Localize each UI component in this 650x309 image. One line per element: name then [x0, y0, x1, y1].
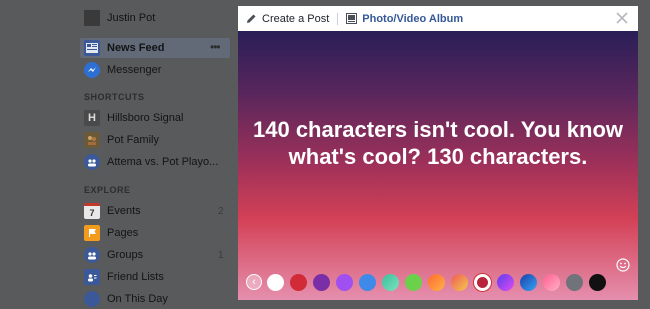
pot-family-icon: [84, 132, 100, 148]
sidebar-item-label: Hillsboro Signal: [107, 112, 184, 124]
album-icon: [346, 13, 358, 24]
sidebar-item-label: Messenger: [107, 64, 162, 76]
sidebar-item-attema-vs-pot[interactable]: Attema vs. Pot Playo...: [84, 152, 218, 172]
color-swatch[interactable]: [336, 273, 353, 291]
color-swatch[interactable]: [405, 273, 422, 291]
left-sidebar: Justin Pot News Feed ••• Messenger SHORT…: [0, 0, 238, 307]
profile-item[interactable]: Justin Pot: [84, 8, 155, 28]
sidebar-item-pot-family[interactable]: Pot Family: [84, 130, 159, 150]
profile-name: Justin Pot: [107, 12, 156, 24]
pencil-icon: [246, 13, 257, 24]
friend-lists-icon: [84, 269, 100, 285]
sidebar-item-on-this-day[interactable]: On This Day: [84, 289, 168, 309]
color-swatch-selected[interactable]: [474, 273, 491, 291]
sidebar-item-hillsboro-signal[interactable]: H Hillsboro Signal: [84, 108, 183, 128]
shortcuts-header: SHORTCUTS: [84, 92, 145, 102]
avatar: [84, 10, 100, 26]
color-swatch[interactable]: [497, 273, 514, 291]
color-swatch[interactable]: [520, 273, 537, 291]
emoji-icon[interactable]: [616, 258, 630, 272]
color-swatch[interactable]: [589, 273, 606, 291]
explore-header: EXPLORE: [84, 185, 131, 195]
sidebar-item-label: News Feed: [107, 42, 165, 54]
color-swatch[interactable]: [313, 273, 330, 291]
sidebar-item-groups[interactable]: Groups 1: [84, 245, 224, 265]
sidebar-item-label: Groups: [107, 249, 144, 261]
background-color-picker: ‹: [246, 273, 612, 291]
color-swatch[interactable]: [267, 273, 284, 291]
create-post-dialog: Create a Post Photo/Video Album 140 char…: [238, 6, 638, 300]
sidebar-item-pages[interactable]: Pages: [84, 223, 138, 243]
sidebar-item-friend-lists[interactable]: Friend Lists: [84, 267, 164, 287]
groups-count: 1: [218, 249, 224, 261]
back-arrow-icon[interactable]: ‹: [246, 274, 262, 290]
hillsboro-signal-icon: H: [84, 110, 100, 126]
more-options-icon[interactable]: •••: [210, 40, 221, 54]
calendar-day: 7: [89, 207, 95, 218]
group-icon: [84, 154, 100, 170]
color-swatch[interactable]: [451, 273, 468, 291]
news-feed-icon: [84, 40, 100, 56]
tab-create-post[interactable]: Create a Post: [238, 6, 337, 31]
colored-post-background[interactable]: 140 characters isn't cool. You know what…: [238, 31, 638, 300]
sidebar-item-label: On This Day: [107, 293, 168, 305]
color-swatch[interactable]: [290, 273, 307, 291]
color-swatch[interactable]: [359, 273, 376, 291]
calendar-icon: 7: [84, 203, 100, 219]
post-text[interactable]: 140 characters isn't cool. You know what…: [252, 116, 624, 170]
sidebar-item-label: Friend Lists: [107, 271, 164, 283]
tab-album-label: Photo/Video Album: [362, 12, 464, 25]
dialog-header: Create a Post Photo/Video Album: [238, 6, 638, 32]
sidebar-item-events[interactable]: 7 Events 2: [84, 201, 224, 221]
color-swatch[interactable]: [543, 273, 560, 291]
sidebar-item-label: Pot Family: [107, 134, 159, 146]
color-swatch[interactable]: [428, 273, 445, 291]
tab-photo-video-album[interactable]: Photo/Video Album: [338, 6, 471, 31]
events-count: 2: [218, 205, 224, 217]
close-icon[interactable]: [614, 10, 630, 26]
sidebar-item-messenger[interactable]: Messenger: [84, 60, 161, 80]
messenger-icon: [84, 62, 100, 78]
on-this-day-icon: [84, 291, 100, 307]
sidebar-item-label: Attema vs. Pot Playo...: [107, 156, 219, 168]
sidebar-item-label: Pages: [107, 227, 139, 239]
groups-icon: [84, 247, 100, 263]
pages-flag-icon: [84, 225, 100, 241]
tab-create-post-label: Create a Post: [262, 12, 330, 25]
sidebar-item-news-feed[interactable]: News Feed: [84, 38, 164, 58]
sidebar-item-label: Events: [107, 205, 141, 217]
color-swatch[interactable]: [382, 273, 399, 291]
color-swatch[interactable]: [566, 273, 583, 291]
